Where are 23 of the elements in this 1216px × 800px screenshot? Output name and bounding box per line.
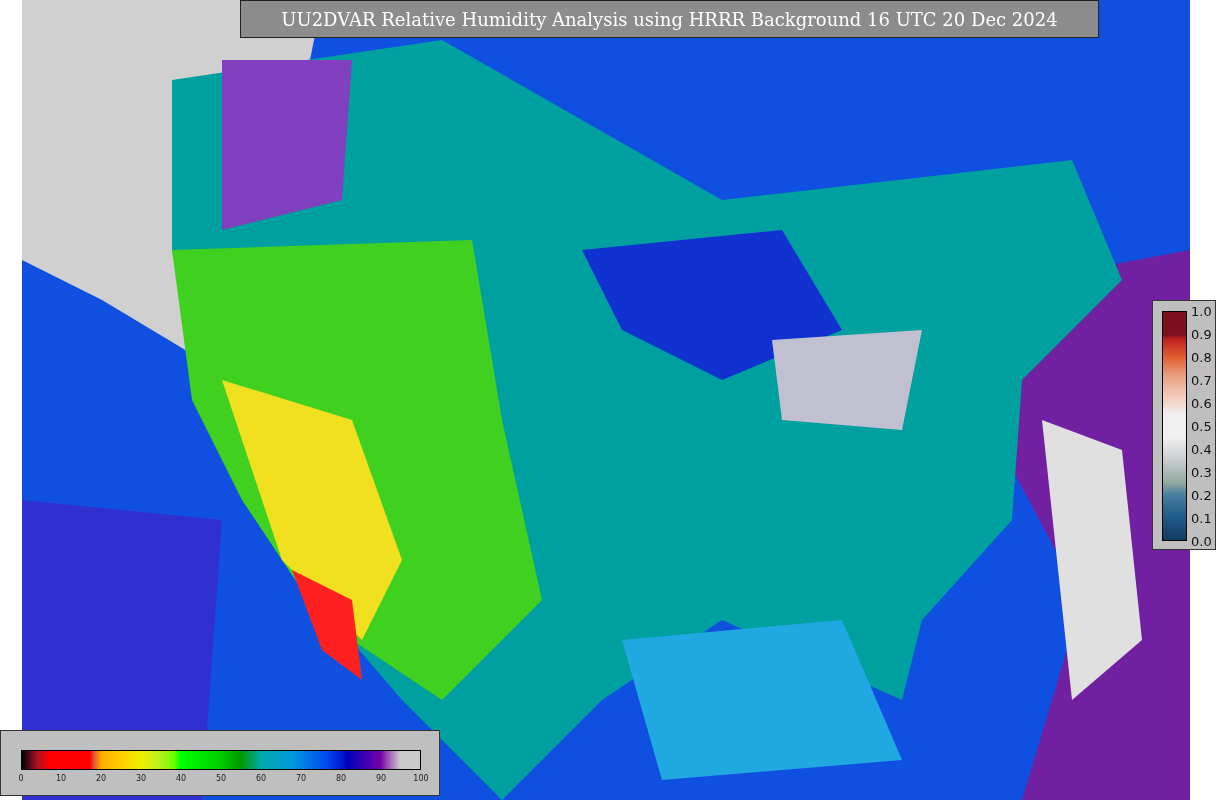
tick-label: 10 — [55, 774, 67, 783]
tick-label: 0.4 — [1191, 442, 1212, 456]
tick-label: 60 — [255, 774, 267, 783]
tick-label: 40 — [175, 774, 187, 783]
map-title: UU2DVAR Relative Humidity Analysis using HRRR Background 16 UTC 20 Dec 2024 — [240, 0, 1099, 38]
tick-label: 0.2 — [1191, 488, 1212, 502]
tick-label: 80 — [335, 774, 347, 783]
tick-label: 70 — [295, 774, 307, 783]
tick-label: 0.0 — [1191, 534, 1212, 548]
tick-label: 0.8 — [1191, 350, 1212, 364]
tick-label: 100 — [413, 774, 429, 783]
tick-label: 0.1 — [1191, 511, 1212, 525]
tick-label: 20 — [95, 774, 107, 783]
tick-label: 1.0 — [1191, 304, 1212, 318]
tick-label: 90 — [375, 774, 387, 783]
tick-label: 0 — [18, 774, 24, 783]
tick-label: 50 — [215, 774, 227, 783]
tick-label: 0.6 — [1191, 396, 1212, 410]
tick-label: 30 — [135, 774, 147, 783]
tick-label: 0.3 — [1191, 465, 1212, 479]
tick-label: 0.7 — [1191, 373, 1212, 387]
tick-label: 0.9 — [1191, 327, 1212, 341]
tick-label: 0.5 — [1191, 419, 1212, 433]
